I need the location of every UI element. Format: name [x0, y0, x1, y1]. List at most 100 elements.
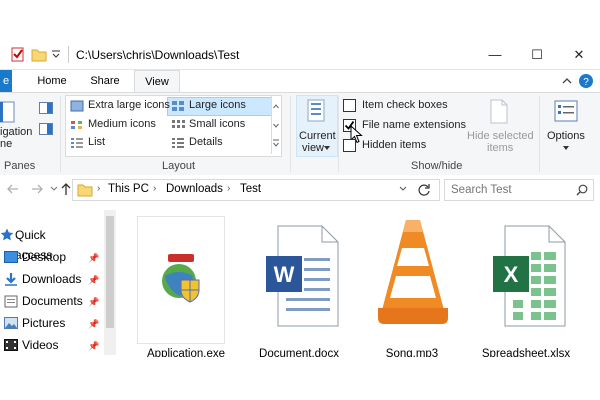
navigation-pane-icon[interactable] — [0, 101, 16, 123]
layout-gallery-scroll[interactable] — [271, 96, 280, 154]
new-folder-icon[interactable] — [31, 46, 47, 62]
svg-text:W: W — [274, 262, 295, 287]
hidden-items-checkbox[interactable] — [343, 139, 356, 152]
options-dropdown-icon[interactable] — [563, 146, 569, 151]
current-view-label-1: Current — [299, 130, 336, 142]
ribbon-tabs: e Home Share View ? — [0, 70, 600, 94]
window-title: C:\Users\chris\Downloads\Test — [76, 48, 240, 62]
search-box[interactable] — [444, 179, 594, 201]
current-view-icon — [307, 99, 325, 122]
address-row: › This PC › Downloads › Test — [0, 175, 600, 203]
file-name-label: Spreadsheet.xlsx — [481, 348, 571, 357]
desktop-icon — [4, 251, 18, 263]
videos-icon — [4, 339, 18, 351]
file-name-label: Document.docx — [259, 348, 339, 357]
navigation-pane-label-2[interactable]: ne — [0, 138, 12, 150]
details-pane-icon[interactable] — [39, 123, 53, 135]
file-name-extensions-label[interactable]: File name extensions — [362, 119, 466, 131]
nav-scrollbar-thumb[interactable] — [106, 216, 114, 328]
nav-item-label: Videos — [22, 338, 59, 352]
pin-icon: 📌 — [88, 341, 100, 351]
pin-icon: 📌 — [88, 319, 100, 329]
pictures-icon — [4, 317, 18, 329]
svg-text:X: X — [504, 262, 519, 287]
large-icons-icon — [172, 101, 184, 111]
svg-text:?: ? — [583, 77, 589, 88]
application-icon — [162, 254, 200, 303]
ribbon-separator — [60, 96, 61, 172]
show-hide-group-label: Show/hide — [411, 160, 463, 172]
nav-item-label: Desktop — [22, 250, 67, 264]
quick-access-dropdown-icon[interactable] — [51, 49, 61, 65]
current-view-dropdown-icon — [324, 146, 330, 150]
forward-arrow-icon[interactable] — [30, 183, 44, 195]
pin-icon: 📌 — [88, 275, 100, 285]
word-document-icon: W — [266, 225, 339, 327]
recent-locations-dropdown-icon[interactable] — [50, 186, 58, 192]
tab-home[interactable]: Home — [30, 70, 74, 92]
downloads-icon — [5, 273, 17, 286]
navigation-pane: Quick access Desktop 📌 Downloads 📌 Docum… — [0, 205, 118, 357]
nav-item-label: Pictures — [22, 316, 66, 330]
options-icon — [554, 100, 578, 122]
extra-large-icons-option[interactable]: Extra large icons — [88, 99, 170, 111]
ribbon-separator — [290, 96, 291, 172]
pin-icon: 📌 — [88, 253, 100, 263]
ribbon-separator — [539, 96, 540, 172]
hide-selected-items-label-2[interactable]: items — [487, 142, 513, 154]
breadcrumb-this-pc[interactable]: This PC — [108, 183, 149, 195]
address-bar[interactable]: › This PC › Downloads › Test — [72, 179, 440, 201]
item-check-boxes-label[interactable]: Item check boxes — [362, 99, 448, 111]
title-bar: C:\Users\chris\Downloads\Test — ☐ ✕ — [0, 40, 600, 70]
layout-group-label: Layout — [162, 160, 196, 172]
tab-share[interactable]: Share — [82, 70, 128, 92]
breadcrumb-downloads[interactable]: Downloads — [166, 183, 223, 195]
details-option[interactable]: Details — [189, 136, 223, 148]
current-view-label-2: view — [302, 142, 325, 154]
explorer-window: C:\Users\chris\Downloads\Test — ☐ ✕ e Ho… — [0, 40, 600, 357]
tab-view[interactable]: View — [134, 70, 180, 94]
nav-item-label: Documents — [22, 294, 83, 308]
search-input[interactable] — [451, 182, 571, 197]
breadcrumb-separator: › — [153, 183, 157, 194]
breadcrumb-separator: › — [97, 183, 101, 194]
hidden-items-label[interactable]: Hidden items — [362, 139, 426, 151]
search-icon — [576, 184, 588, 196]
panes-group-label: Panes — [4, 160, 36, 172]
back-arrow-icon[interactable] — [6, 183, 20, 195]
item-check-boxes-checkbox[interactable] — [343, 99, 356, 112]
list-view-icon — [71, 138, 83, 148]
excel-spreadsheet-icon: X — [493, 225, 566, 327]
properties-icon[interactable] — [11, 46, 25, 62]
help-icon[interactable]: ? — [578, 73, 594, 89]
address-dropdown-icon[interactable] — [399, 186, 407, 192]
documents-icon — [4, 295, 18, 308]
options-button[interactable]: Options — [547, 130, 585, 142]
small-icons-icon — [172, 120, 185, 128]
refresh-icon[interactable] — [417, 183, 431, 197]
ribbon: igation ne Panes Extra large icons Large… — [0, 92, 600, 176]
nav-item-label: Downloads — [22, 272, 82, 286]
preview-pane-icon[interactable] — [39, 102, 53, 114]
medium-icons-icon — [71, 121, 82, 129]
hide-selected-items-label-1[interactable]: Hide selected — [467, 130, 534, 142]
minimize-button[interactable]: — — [474, 40, 516, 69]
large-icons-option[interactable]: Large icons — [189, 99, 246, 111]
close-button[interactable]: ✕ — [558, 40, 600, 69]
extra-large-icons-icon — [70, 100, 84, 112]
up-arrow-icon[interactable] — [60, 182, 72, 196]
folder-icon — [77, 184, 93, 197]
details-view-icon — [172, 138, 184, 148]
breadcrumb-test[interactable]: Test — [240, 183, 261, 195]
nav-scrollbar[interactable] — [104, 210, 116, 355]
collapse-ribbon-icon[interactable] — [561, 76, 573, 86]
pin-icon: 📌 — [88, 297, 100, 307]
navigation-pane-label-1[interactable]: igation — [0, 126, 32, 138]
list-option[interactable]: List — [88, 136, 105, 148]
hide-selected-items-icon — [490, 99, 508, 124]
small-icons-option[interactable]: Small icons — [189, 118, 245, 130]
maximize-button[interactable]: ☐ — [516, 40, 558, 69]
title-divider — [68, 46, 69, 63]
tab-file[interactable]: e — [0, 70, 12, 92]
medium-icons-option[interactable]: Medium icons — [88, 118, 156, 130]
